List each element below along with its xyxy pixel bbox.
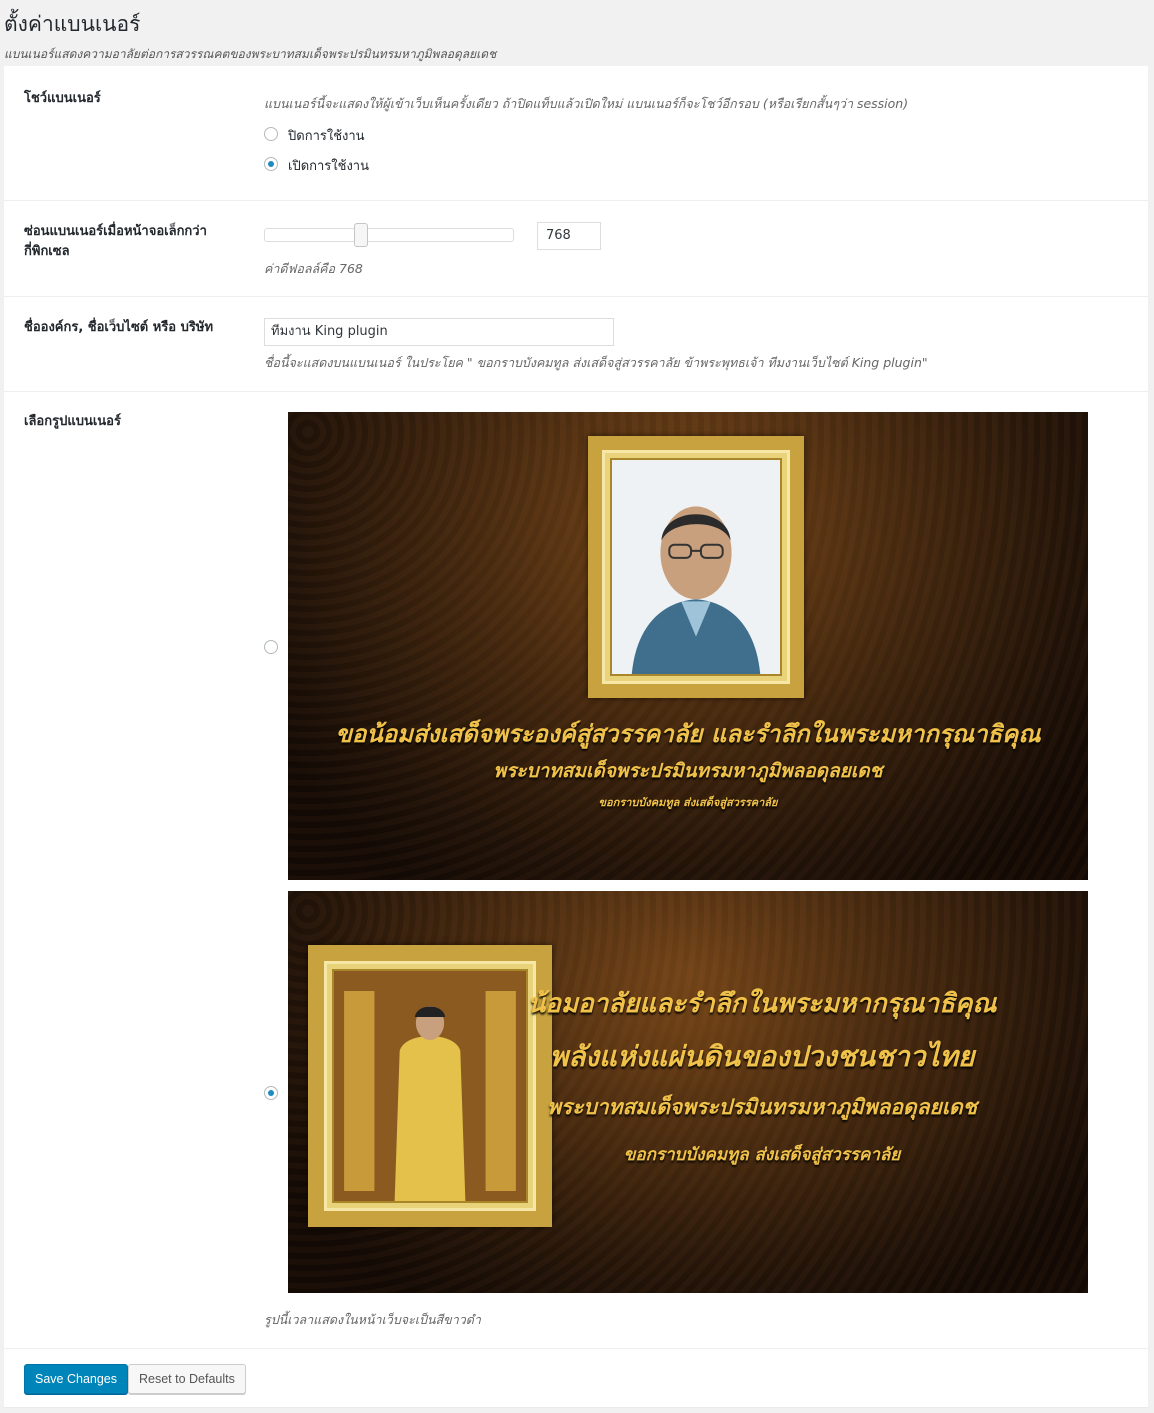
hide-small-description: ค่าดีฟอลล์คือ 768 <box>264 261 363 276</box>
settings-panel: โชว์แบนเนอร์ แบนเนอร์นี้จะแสดงให้ผู้เข้า… <box>4 66 1148 1407</box>
enable-option-label[interactable]: เปิดการใช้งาน <box>288 155 369 176</box>
page-title: ตั้งค่าแบนเนอร์ <box>4 12 141 36</box>
save-changes-button[interactable]: Save Changes <box>24 1364 129 1394</box>
portrait-image <box>610 458 782 676</box>
gold-frame <box>588 436 804 698</box>
banner-choice-label: เลือกรูปแบนเนอร์ <box>24 414 121 429</box>
disable-option-label[interactable]: ปิดการใช้งาน <box>288 125 365 146</box>
row-divider <box>4 296 1148 297</box>
reset-defaults-button[interactable]: Reset to Defaults <box>128 1364 246 1394</box>
hide-small-label: ซ่อนแบนเนอร์เมื่อหน้าจอเล็กกว่ากี่พิกเซล <box>24 224 207 259</box>
show-banner-label: โชว์แบนเนอร์ <box>24 91 101 106</box>
banner-2-image[interactable]: น้อมอาลัยและรำลึกในพระมหากรุณาธิคุณ พลัง… <box>288 891 1088 1293</box>
width-slider-handle[interactable] <box>354 223 368 247</box>
banner-1-line-1: ขอน้อมส่งเสด็จพระองค์สู่สวรรคาลัย และรำล… <box>335 719 1041 748</box>
banner-1-image[interactable]: ขอน้อมส่งเสด็จพระองค์สู่สวรรคาลัย และรำล… <box>288 412 1088 880</box>
org-name-input[interactable]: ทีมงาน King plugin <box>264 318 614 346</box>
org-name-description: ชื่อนี้จะแสดงบนแบนเนอร์ ในประโยค " ขอกรา… <box>264 355 928 370</box>
disable-radio[interactable] <box>264 127 278 141</box>
page-description: แบนเนอร์แสดงความอาลัยต่อการสวรรณคตของพระ… <box>4 47 497 61</box>
banner-2-line-2: พลังแห่งแผ่นดินของปวงชนชาวไทย <box>549 1040 975 1073</box>
portrait-illustration <box>612 460 780 674</box>
banner-1-radio[interactable] <box>264 640 278 654</box>
org-name-label: ชื่อองค์กร, ชื่อเว็บไซต์ หรือ บริษัท <box>24 320 214 335</box>
enable-radio[interactable] <box>264 157 278 171</box>
banner-2-line-3: พระบาทสมเด็จพระปรมินทรมหาภูมิพลอดุลยเดช <box>547 1094 977 1119</box>
show-banner-description: แบนเนอร์นี้จะแสดงให้ผู้เข้าเว็บเห็นครั้ง… <box>264 96 909 111</box>
width-slider-track[interactable] <box>264 228 514 242</box>
row-divider <box>4 391 1148 392</box>
row-divider <box>4 200 1148 201</box>
banner-2-radio[interactable] <box>264 1086 278 1100</box>
banner-2-line-1: น้อมอาลัยและรำลึกในพระมหากรุณาธิคุณ <box>527 989 997 1019</box>
banner-note: รูปนี้เวลาแสดงในหน้าเว็บจะเป็นสีขาวดำ <box>264 1312 481 1327</box>
footer-divider <box>4 1348 1148 1349</box>
banner-1-line-2: พระบาทสมเด็จพระปรมินทรมหาภูมิพลอดุลยเดช <box>493 760 883 782</box>
banner-2-line-4: ขอกราบบังคมทูล ส่งเสด็จสู่สวรรคาลัย <box>623 1145 901 1165</box>
width-number-input[interactable]: 768 <box>537 222 601 250</box>
banner-1-line-3: ขอกราบบังคมทูล ส่งเสด็จสู่สวรรคาลัย <box>598 796 778 809</box>
